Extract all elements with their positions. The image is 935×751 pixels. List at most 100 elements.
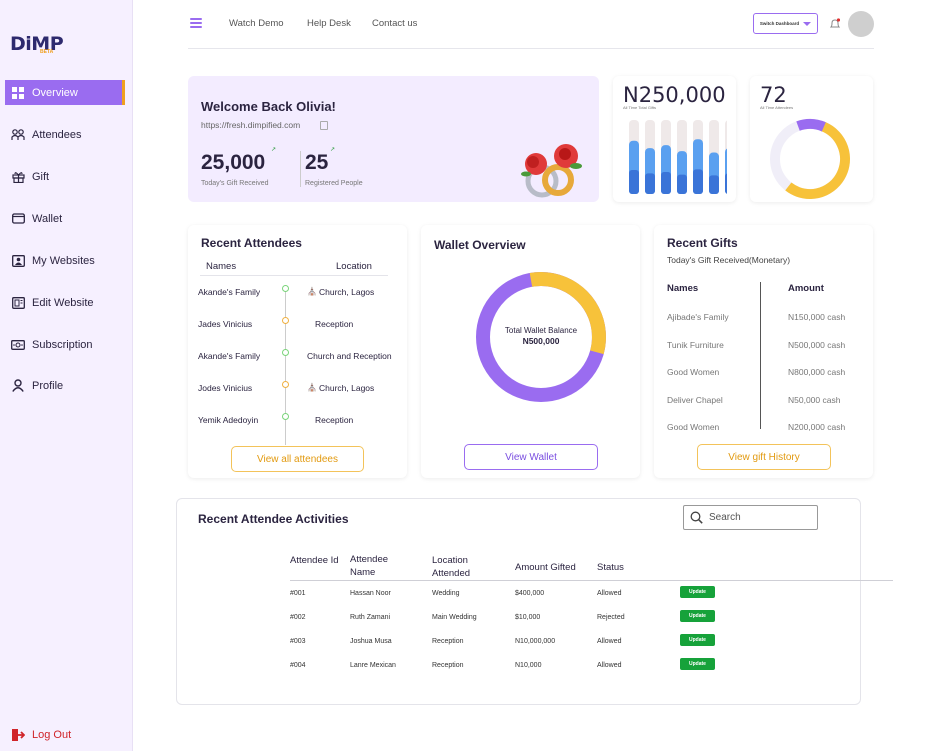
attendee-name: Yemik Adedoyin (198, 415, 259, 425)
sidebar-item-overview[interactable]: Overview (5, 80, 125, 105)
attendees-col-names: Names (206, 261, 237, 272)
subscription-icon (11, 338, 25, 352)
search-placeholder: Search (709, 512, 741, 523)
edit-website-icon (11, 296, 25, 310)
ring-segment-yellow (770, 119, 850, 199)
nav-link-contact-us[interactable]: Contact us (372, 18, 417, 29)
nav-link-watch-demo[interactable]: Watch Demo (229, 18, 284, 29)
table-cell-location: Reception (432, 638, 464, 645)
table-cell-location: Reception (432, 662, 464, 669)
view-all-attendees-button[interactable]: View all attendees (231, 446, 364, 472)
gift-name: Deliver Chapel (667, 394, 723, 405)
table-cell-amount: N10,000 (515, 662, 542, 669)
menu-icon[interactable] (190, 18, 202, 28)
table-cell-id: #003 (290, 638, 306, 645)
total-gifts-value: N250,000 (623, 83, 726, 107)
sidebar-item-label: Overview (32, 86, 78, 99)
view-wallet-button[interactable]: View Wallet (464, 444, 598, 470)
divider (760, 282, 761, 429)
sidebar-item-wallet[interactable]: Wallet (5, 206, 125, 231)
switch-dashboard-label: Switch Dashboard (759, 21, 800, 26)
table-cell-name: Lanre Mexican (350, 662, 396, 669)
gift-amount: N500,000 cash (788, 339, 846, 350)
attendee-name: Jodes Vinicius (198, 383, 253, 393)
table-header-amount: Amount Gifted (515, 562, 576, 573)
attendee-location: Church, Lagos (319, 287, 375, 297)
bar-segment (693, 169, 703, 194)
divider (300, 151, 301, 187)
attendee-location: Church, Lagos (319, 383, 375, 393)
search-input[interactable]: Search (683, 505, 818, 530)
website-url: https://fresh.dimpified.com (201, 120, 301, 130)
sidebar-item-label: Wallet (32, 212, 63, 225)
attendee-name: Akande's Family (198, 351, 261, 361)
bar-segment (709, 175, 719, 194)
table-cell-name: Hassan Noor (350, 590, 391, 597)
table-cell-amount: $400,000 (515, 590, 545, 597)
view-gift-history-button[interactable]: View gift History (697, 444, 831, 470)
attendee-location: Church and Reception (307, 351, 392, 361)
update-button[interactable]: Update (680, 634, 715, 646)
sidebar-item-label: My Websites (32, 254, 95, 267)
wallet-icon (11, 212, 25, 226)
header-divider (188, 48, 874, 49)
gift-amount: N800,000 cash (788, 367, 846, 377)
table-cell-location: Main Wedding (432, 614, 477, 621)
update-button[interactable]: Update (680, 586, 715, 598)
total-attendees-card: 72 All Time Attendees (750, 76, 873, 202)
total-gifts-label: All Time Total Gifts (623, 105, 657, 110)
table-cell-id: #004 (290, 662, 306, 669)
wallet-balance-value: N500,000 (522, 336, 560, 346)
total-attendees-label: All Time Attendees (760, 105, 794, 110)
brand-beta-badge: BETA (40, 49, 54, 55)
nav-link-help-desk[interactable]: Help Desk (307, 18, 351, 29)
sidebar-item-edit-website[interactable]: Edit Website (5, 290, 125, 315)
switch-dashboard-dropdown[interactable]: Switch Dashboard (753, 13, 818, 34)
table-header-divider (290, 580, 893, 581)
gift-amount: N50,000 cash (788, 394, 841, 405)
table-cell-status: Allowed (597, 662, 622, 669)
attendee-name: Jades Vinicius (198, 319, 253, 329)
update-button[interactable]: Update (680, 610, 715, 622)
user-icon (11, 379, 25, 393)
timeline-dot (282, 317, 289, 324)
gift-name: Tunik Furniture (667, 339, 724, 350)
timeline-dot (282, 349, 289, 356)
update-button[interactable]: Update (680, 658, 715, 670)
logout-button[interactable]: Log Out (12, 729, 71, 741)
table-cell-status: Allowed (597, 638, 622, 645)
avatar[interactable] (848, 11, 874, 37)
recent-attendees-card: Recent Attendees Names Location View all… (188, 225, 407, 478)
sidebar-item-subscription[interactable]: Subscription (5, 332, 125, 357)
sidebar-item-my-websites[interactable]: My Websites (5, 248, 125, 273)
sidebar-item-attendees[interactable]: Attendees (5, 122, 125, 147)
timeline-dot (282, 413, 289, 420)
total-attendees-value: 72 (760, 83, 787, 107)
attendee-location: Reception (315, 415, 354, 425)
church-icon: ⛪ (307, 383, 317, 392)
table-header-status: Status (597, 562, 624, 573)
copy-icon[interactable] (320, 121, 328, 130)
recent-gifts-title: Recent Gifts (667, 236, 738, 250)
recent-gifts-subtitle: Today's Gift Received(Monetary) (667, 255, 791, 265)
sidebar-item-label: Profile (32, 379, 64, 392)
attendee-name: Akande's Family (198, 287, 261, 297)
table-cell-amount: N10,000,000 (515, 638, 556, 645)
recent-attendees-title: Recent Attendees (201, 236, 302, 250)
grid-icon (11, 86, 25, 100)
logout-icon (12, 729, 25, 741)
table-header-location: Location Attended (432, 555, 471, 579)
recent-gifts-card: Recent Gifts Today's Gift Received(Monet… (654, 225, 873, 478)
sidebar-item-profile[interactable]: Profile (5, 373, 125, 398)
gift-name: Good Women (667, 422, 720, 432)
bar-segment (629, 170, 639, 194)
wallet-overview-title: Wallet Overview (434, 238, 526, 252)
total-gifts-bar-chart (629, 120, 727, 194)
bell-icon[interactable] (829, 17, 841, 29)
brand-logo: DiMP (10, 33, 64, 55)
divider (200, 275, 388, 276)
gift-name: Good Women (667, 367, 720, 377)
recent-activities-title: Recent Attendee Activities (198, 512, 349, 526)
sidebar-item-gift[interactable]: Gift (5, 164, 125, 189)
table-header-id: Attendee Id (290, 555, 339, 566)
